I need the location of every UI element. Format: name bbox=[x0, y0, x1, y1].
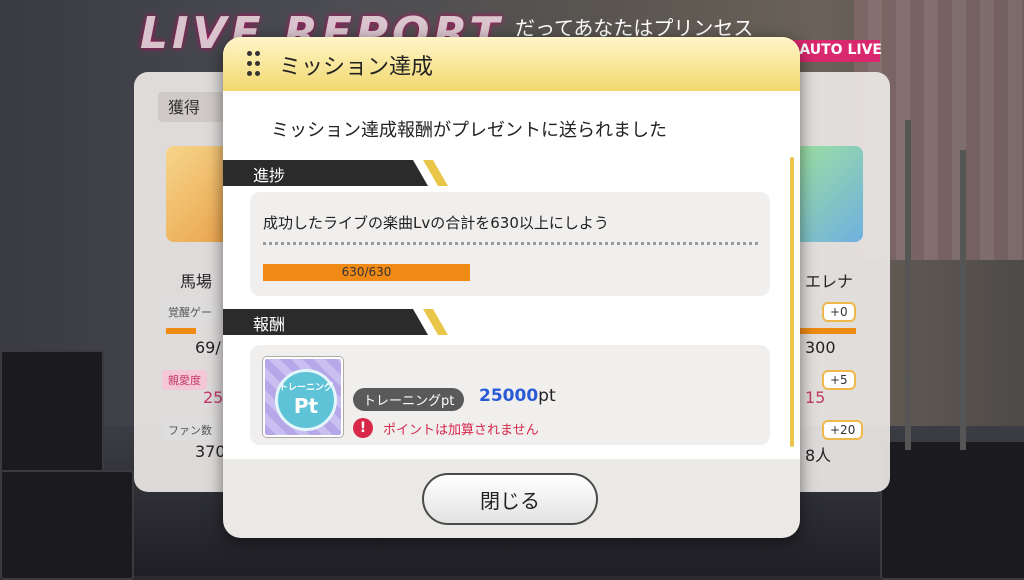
auto-live-badge: AUTO LIVE bbox=[799, 42, 882, 58]
dialog-title: ミッション達成 bbox=[279, 55, 434, 80]
grip-icon bbox=[247, 51, 261, 77]
reward-section-header: 報酬 bbox=[223, 309, 448, 335]
reward-amount-value: 25000 bbox=[479, 386, 539, 406]
info-message: ミッション達成報酬がプレゼントに送られました bbox=[271, 120, 667, 141]
close-button[interactable]: 閉じる bbox=[422, 473, 598, 525]
progress-section-label: 進捗 bbox=[253, 166, 286, 185]
reward-name-chip: トレーニングpt bbox=[353, 388, 465, 411]
progress-text: 630/630 bbox=[341, 265, 392, 279]
affection-plus-right: +5 bbox=[822, 370, 856, 390]
gauge-bar-right bbox=[800, 328, 856, 334]
idol-card-right[interactable] bbox=[795, 146, 863, 242]
idol-name-left: 馬場 bbox=[180, 272, 213, 291]
dialog-scrollbar[interactable] bbox=[790, 157, 794, 447]
equipment-case bbox=[0, 350, 104, 474]
reward-amount: 25000pt bbox=[479, 386, 556, 406]
gauge-value-right: 300 bbox=[805, 338, 836, 357]
progress-section-header: 進捗 bbox=[223, 160, 448, 186]
truss-pole bbox=[905, 120, 911, 450]
affection-value-right: 15 bbox=[805, 388, 826, 407]
affection-label-left: 親愛度 bbox=[162, 370, 207, 390]
training-pt-icon-pt: Pt bbox=[293, 394, 319, 418]
affection-value-left: 25 bbox=[203, 388, 224, 407]
equipment-case bbox=[0, 470, 134, 580]
fans-plus-right: +20 bbox=[822, 420, 864, 440]
fans-value-left: 370 bbox=[195, 442, 226, 461]
mission-description: 成功したライブの楽曲Lvの合計を630以上にしよう bbox=[263, 214, 609, 232]
warning-text: ポイントは加算されません bbox=[383, 423, 539, 438]
reward-amount-unit: pt bbox=[538, 386, 556, 406]
warning-icon: ! bbox=[353, 418, 373, 438]
dotted-divider bbox=[263, 242, 758, 245]
idol-name-right: エレナ bbox=[805, 272, 854, 291]
truss-pole bbox=[960, 150, 966, 450]
reward-section-label: 報酬 bbox=[253, 315, 286, 334]
fans-value-right: 8人 bbox=[805, 446, 832, 465]
gauge-label-left: 覚醒ゲー bbox=[162, 302, 218, 322]
training-pt-icon-label: トレーニング bbox=[278, 383, 333, 393]
equipment-case bbox=[880, 440, 1024, 580]
mission-complete-dialog: ミッション達成 ミッション達成報酬がプレゼントに送られました 進捗 成功したライ… bbox=[223, 37, 800, 538]
gauge-value-left: 69/ bbox=[195, 338, 221, 357]
dialog-header: ミッション達成 bbox=[223, 37, 800, 91]
gauge-plus-right: +0 bbox=[822, 302, 856, 322]
training-pt-icon: トレーニング Pt bbox=[263, 357, 343, 437]
gauge-bar-left bbox=[166, 328, 196, 334]
fans-label-left: ファン数 bbox=[162, 420, 218, 440]
